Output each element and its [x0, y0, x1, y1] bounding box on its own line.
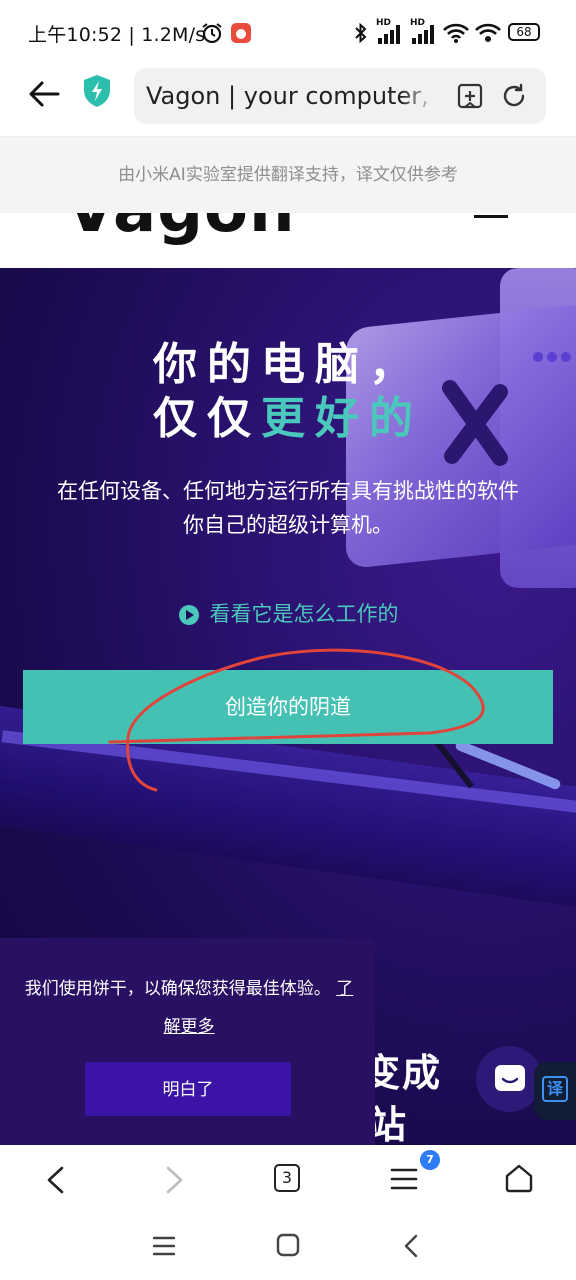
- menu-badge: 7: [420, 1150, 440, 1170]
- hamburger-menu-icon[interactable]: [474, 213, 508, 223]
- chat-button[interactable]: [476, 1046, 542, 1112]
- browser-toolbar: 3 7: [0, 1145, 576, 1213]
- home-icon[interactable]: [504, 1163, 534, 1193]
- hero-title-highlight: 更好的: [261, 393, 423, 444]
- system-navigation-bar: [0, 1213, 576, 1280]
- recent-apps-icon[interactable]: [152, 1235, 176, 1257]
- system-home-icon[interactable]: [276, 1233, 300, 1257]
- tabs-count[interactable]: 3: [282, 1168, 292, 1187]
- cookie-banner: 我们使用饼干，以确保您获得最佳体验。 了解更多 明白了: [0, 938, 375, 1145]
- nav-forward-icon[interactable]: [162, 1165, 186, 1195]
- back-arrow-icon[interactable]: [26, 76, 62, 112]
- hero-title: 你的电脑， 仅仅更好的: [0, 338, 576, 446]
- bookmark-add-icon[interactable]: [456, 82, 484, 110]
- nav-back-icon[interactable]: [44, 1165, 68, 1195]
- translate-toggle[interactable]: 译: [534, 1062, 576, 1120]
- alarm-icon: [202, 23, 222, 44]
- cookie-message: 我们使用饼干，以确保您获得最佳体验。 了解更多: [24, 970, 354, 1046]
- hero-subtitle-line2: 你自己的超级计算机。: [183, 513, 393, 537]
- red-scribble-annotation: [108, 648, 485, 792]
- hero-title-line1: 你的电脑，: [153, 339, 423, 390]
- translation-notice: 由小米AI实验室提供翻译支持，译文仅供参考: [0, 137, 576, 213]
- wifi-icon: [443, 23, 469, 43]
- hero-title-plain: 仅仅: [153, 393, 261, 444]
- signal-icon-1: [378, 25, 400, 44]
- signal-icon-2: [412, 25, 434, 44]
- status-bar: 上午10:52 | 1.2M/s HD HD 68: [0, 0, 576, 62]
- tabs-button[interactable]: 3: [274, 1164, 300, 1192]
- system-back-icon[interactable]: [402, 1233, 420, 1259]
- url-field[interactable]: Vagon | your computer, just better: [134, 68, 546, 124]
- reload-icon[interactable]: [500, 82, 528, 110]
- battery-indicator: 68: [508, 23, 540, 41]
- cookie-text: 我们使用饼干，以确保您获得最佳体验。: [24, 979, 331, 999]
- status-time: 上午10:52 | 1.2M/s: [28, 24, 206, 46]
- app-notification-icon: [231, 23, 251, 43]
- security-shield-icon[interactable]: [82, 74, 112, 108]
- hero-subtitle: 在任何设备、任何地方运行所有具有挑战性的软件 你自己的超级计算机。: [0, 474, 576, 542]
- bluetooth-icon: [355, 22, 367, 44]
- translate-icon[interactable]: 译: [542, 1076, 568, 1102]
- hero-subtitle-line1: 在任何设备、任何地方运行所有具有挑战性的软件: [57, 479, 519, 503]
- site-logo[interactable]: Vagon: [66, 213, 296, 247]
- cookie-accept-button[interactable]: 明白了: [85, 1062, 291, 1116]
- hero-title-line2: 仅仅更好的: [0, 392, 576, 446]
- battery-level: 68: [516, 25, 532, 39]
- chat-icon[interactable]: [494, 1064, 526, 1094]
- url-text[interactable]: Vagon | your computer, just better: [146, 82, 436, 110]
- browser-address-bar-row: Vagon | your computer, just better: [0, 62, 576, 137]
- site-header: Vagon: [0, 213, 576, 268]
- menu-icon[interactable]: [390, 1167, 418, 1191]
- hotspot-icon: [475, 23, 501, 42]
